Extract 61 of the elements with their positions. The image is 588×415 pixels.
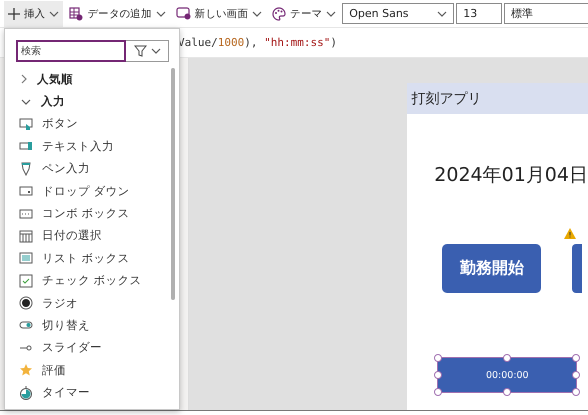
category-header[interactable]: 人気順 [5, 68, 171, 90]
chevron-down-icon [326, 10, 336, 16]
search-field[interactable]: 検索 [16, 40, 126, 62]
resize-handle[interactable] [572, 354, 580, 362]
insert-item[interactable]: リスト ボックス [5, 247, 171, 270]
insert-item[interactable]: タイマー [5, 381, 171, 404]
chevron-down-icon [252, 10, 262, 16]
insert-item[interactable]: ボタン [5, 112, 171, 136]
palette-icon [272, 6, 286, 20]
chevron-right-icon [21, 74, 27, 84]
insert-item[interactable]: ペン入力 [5, 158, 171, 180]
font-dropdown[interactable]: Open Sans [342, 3, 454, 24]
insert-item[interactable]: テキスト入力 [5, 135, 171, 158]
resize-handle[interactable] [572, 388, 580, 396]
toolbar-menu-button[interactable]: 挿入 [4, 0, 64, 26]
font-weight-dropdown[interactable]: 標準 [504, 3, 588, 24]
insert-item[interactable]: 切り替え [5, 314, 171, 337]
filter-button[interactable] [126, 40, 169, 62]
resize-handle[interactable] [434, 371, 442, 379]
insert-item[interactable]: ラジオ [5, 292, 171, 314]
chevron-down-icon [150, 48, 160, 54]
category-header[interactable]: 入力 [5, 90, 171, 113]
dropdown-icon [19, 184, 33, 198]
checkbox-icon [19, 274, 33, 288]
resize-handle[interactable] [434, 354, 442, 362]
font-size-field[interactable]: 13 [456, 3, 502, 24]
timer-control[interactable]: 00:00:00 [438, 358, 576, 392]
button-control-icon [19, 116, 33, 131]
combobox-icon [19, 206, 33, 221]
chevron-down-icon [437, 10, 448, 16]
insert-item[interactable]: チェック ボックス [5, 270, 171, 292]
chevron-down-icon [156, 10, 166, 16]
insert-item[interactable]: 評価 [5, 359, 171, 382]
calendar-icon [19, 228, 33, 243]
screen-title: 打刻アプリ [407, 83, 588, 114]
scrollbar[interactable] [171, 68, 175, 300]
chevron-down-icon [49, 10, 60, 16]
insert-item[interactable]: 日付の選択 [5, 224, 171, 248]
insert-item[interactable]: ドロップ ダウン [5, 180, 171, 202]
star-icon [19, 363, 33, 378]
warning-icon [564, 228, 576, 239]
filter-icon [134, 45, 146, 57]
plus-icon [8, 8, 20, 20]
toolbar-menu-button[interactable]: データの追加 [65, 0, 170, 26]
date-label: 2024年01月04日 [434, 163, 588, 188]
resize-handle[interactable] [503, 388, 512, 396]
resize-handle[interactable] [434, 388, 442, 396]
toolbar-menu-button[interactable]: テーマ [268, 0, 340, 26]
pen-icon [19, 162, 33, 176]
timer-icon [19, 386, 33, 400]
screen-add-icon [176, 7, 191, 20]
resize-handle[interactable] [572, 371, 580, 379]
toolbar-menu-button[interactable]: 新しい画面 [172, 0, 266, 26]
insert-item[interactable]: スライダー [5, 336, 171, 360]
resize-handle[interactable] [503, 354, 512, 362]
start-work-button[interactable]: 勤務開始 [442, 244, 542, 293]
list-box-icon [19, 251, 33, 266]
table-add-icon [69, 6, 84, 20]
radio-icon [19, 296, 33, 310]
insert-item[interactable]: コンボ ボックス [5, 202, 171, 225]
chevron-down-icon [21, 98, 31, 105]
